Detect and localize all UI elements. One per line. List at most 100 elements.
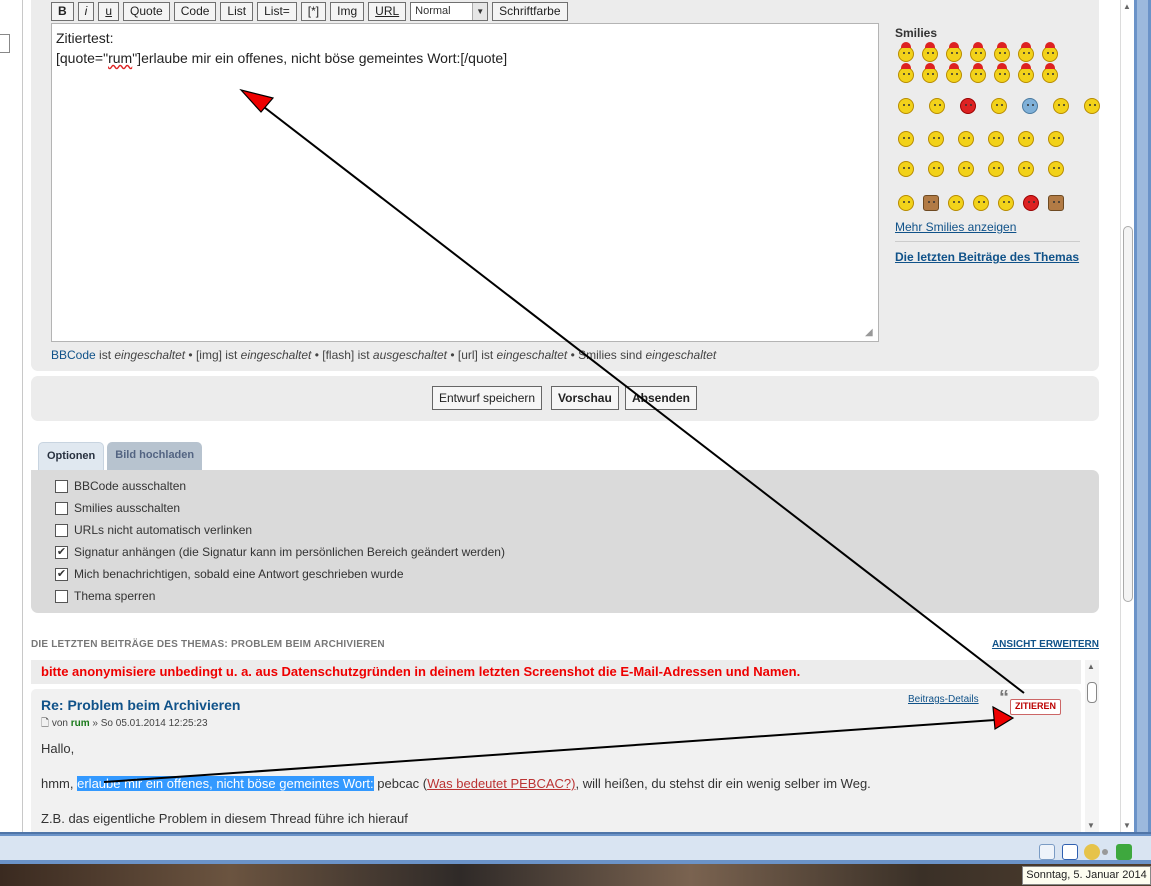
addon-icon[interactable] <box>1062 844 1078 860</box>
smiley-icon[interactable] <box>1018 63 1034 83</box>
tab-options[interactable]: Optionen <box>38 442 105 470</box>
smiley-icon[interactable] <box>994 63 1010 83</box>
smiley-icon[interactable] <box>1048 131 1064 147</box>
smiley-icon[interactable] <box>1084 844 1100 860</box>
smiley-icon[interactable] <box>1018 131 1034 147</box>
scroll-down-icon[interactable]: ▼ <box>1087 821 1095 830</box>
option-checkbox[interactable] <box>55 501 68 515</box>
ordered-list-button[interactable]: List= <box>257 1 297 21</box>
anonymize-notice-text: bitte anonymisiere unbedingt u. a. aus D… <box>41 664 801 679</box>
option-label: Signatur anhängen (die Signatur kann im … <box>74 545 505 559</box>
smiley-icon[interactable] <box>1018 161 1034 177</box>
smiley-icon[interactable] <box>928 161 944 177</box>
smiley-icon[interactable] <box>1023 195 1039 211</box>
option-checkbox[interactable] <box>55 523 68 537</box>
submit-button[interactable]: Absenden <box>625 386 698 410</box>
smiley-icon[interactable] <box>970 42 986 62</box>
scroll-up-icon[interactable]: ▲ <box>1087 662 1095 671</box>
smiley-icon[interactable] <box>998 195 1014 211</box>
smiley-icon[interactable] <box>898 161 914 177</box>
post-title[interactable]: Re: Problem beim Archivieren <box>41 697 240 713</box>
bbinfo-text: • Smilies sind <box>567 348 646 362</box>
list-button[interactable]: List <box>220 1 254 21</box>
option-checkbox[interactable]: ✔ <box>55 545 68 559</box>
url-button[interactable]: URL <box>368 1 407 21</box>
smiley-icon[interactable] <box>960 98 976 114</box>
italic-button[interactable]: i <box>77 1 95 21</box>
bbinfo-text: • [img] ist <box>185 348 241 362</box>
post-author[interactable]: rum <box>71 718 90 729</box>
smiley-icon[interactable] <box>922 63 938 83</box>
option-row[interactable]: Smilies ausschalten <box>55 500 180 516</box>
smiley-icon[interactable] <box>973 195 989 211</box>
option-label: URLs nicht automatisch verlinken <box>74 523 253 537</box>
pebcac-link[interactable]: Was bedeutet PEBCAC?) <box>427 776 575 791</box>
smiley-icon[interactable] <box>1053 98 1069 114</box>
smiley-icon[interactable] <box>958 161 974 177</box>
bold-button[interactable]: B <box>51 1 74 21</box>
smiley-icon[interactable] <box>898 98 914 114</box>
list-item-button[interactable]: [*] <box>300 1 327 21</box>
smiley-icon[interactable] <box>1022 98 1038 114</box>
smiley-icon[interactable] <box>923 195 939 211</box>
smilies-divider <box>895 241 1080 242</box>
smiley-icon[interactable] <box>898 63 914 83</box>
img-button[interactable]: Img <box>330 1 365 21</box>
smiley-icon[interactable] <box>948 195 964 211</box>
smiley-icon[interactable] <box>988 161 1004 177</box>
scroll-down-icon[interactable]: ▼ <box>1123 821 1131 830</box>
smiley-icon[interactable] <box>1042 42 1058 62</box>
smiley-icon[interactable] <box>898 131 914 147</box>
puzzle-icon[interactable] <box>1116 844 1132 860</box>
option-row[interactable]: URLs nicht automatisch verlinken <box>55 522 252 538</box>
smiley-icon[interactable] <box>922 42 938 62</box>
option-checkbox[interactable] <box>55 479 68 493</box>
recent-posts-scrollbar[interactable]: ▲ ▼ <box>1085 660 1099 832</box>
smiley-icon[interactable] <box>1048 195 1064 211</box>
smiley-icon[interactable] <box>958 131 974 147</box>
smiley-icon[interactable] <box>898 195 914 211</box>
preview-button[interactable]: Vorschau <box>551 386 619 410</box>
expand-view-link[interactable]: ANSICHT ERWEITERN <box>992 639 1099 650</box>
smiley-icon[interactable] <box>1084 98 1100 114</box>
smiley-icon[interactable] <box>988 131 1004 147</box>
option-row[interactable]: Thema sperren <box>55 588 155 604</box>
scroll-thumb[interactable] <box>1087 682 1097 703</box>
scroll-up-icon[interactable]: ▲ <box>1123 2 1131 11</box>
resize-grip-icon[interactable]: ◢ <box>865 328 876 339</box>
smiley-icon[interactable] <box>1018 42 1034 62</box>
quote-post-button[interactable]: ZITIEREN <box>999 692 1062 715</box>
save-draft-button[interactable]: Entwurf speichern <box>432 386 543 410</box>
code-button[interactable]: Code <box>173 1 217 21</box>
quote-button[interactable]: Quote <box>123 1 170 21</box>
option-checkbox[interactable]: ✔ <box>55 567 68 581</box>
smiley-icon[interactable] <box>991 98 1007 114</box>
smiley-icon[interactable] <box>898 42 914 62</box>
smiley-icon[interactable] <box>1048 161 1064 177</box>
smiley-icon[interactable] <box>970 63 986 83</box>
message-textarea[interactable]: Zitiertest: [quote="rum"]erlaube mir ein… <box>51 23 879 342</box>
more-smilies-link[interactable]: Mehr Smilies anzeigen <box>895 220 1016 234</box>
option-row[interactable]: ✔ Mich benachrichtigen, sobald eine Antwo… <box>55 566 404 582</box>
underline-button[interactable]: u <box>98 1 120 21</box>
tab-upload[interactable]: Bild hochladen <box>107 442 203 470</box>
option-checkbox[interactable] <box>55 589 68 603</box>
option-row[interactable]: BBCode ausschalten <box>55 478 186 494</box>
font-size-select[interactable]: Normal ▼ <box>410 1 489 21</box>
smiley-icon[interactable] <box>1042 63 1058 83</box>
smiley-icon[interactable] <box>946 63 962 83</box>
last-posts-link[interactable]: Die letzten Beiträge des Themas <box>895 250 1079 264</box>
smiley-icon[interactable] <box>946 42 962 62</box>
post-details-link[interactable]: Beitrags-Details <box>908 694 979 705</box>
browser-page: B i u Quote Code List List= [*] Img URL … <box>0 0 1120 832</box>
smiley-icon[interactable] <box>929 98 945 114</box>
window-scrollbar[interactable]: ▲ ▼ <box>1120 0 1135 832</box>
smiley-icon[interactable] <box>994 42 1010 62</box>
page-icon[interactable] <box>1039 844 1055 860</box>
option-row[interactable]: ✔ Signatur anhängen (die Signatur kann im… <box>55 544 505 560</box>
scroll-thumb[interactable] <box>1123 226 1133 602</box>
font-color-button[interactable]: Schriftfarbe <box>492 1 568 21</box>
selected-text[interactable]: erlaube mir ein offenes, nicht böse geme… <box>77 776 374 791</box>
bbcode-help-link[interactable]: BBCode <box>51 348 96 362</box>
smiley-icon[interactable] <box>928 131 944 147</box>
